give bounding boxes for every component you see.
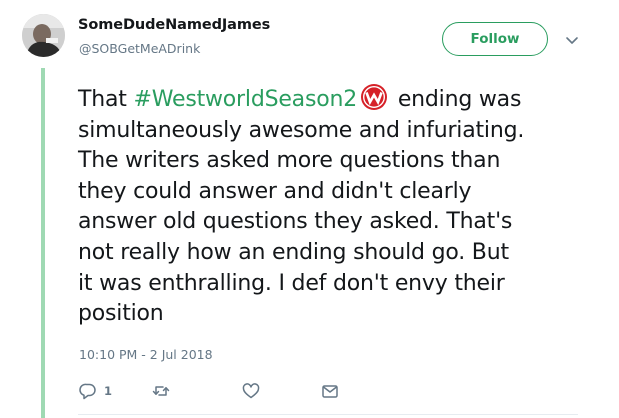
reply-count: 1 bbox=[104, 384, 113, 398]
tweet-text-segment: That bbox=[78, 87, 134, 112]
tweet-line: position bbox=[78, 301, 164, 327]
tweet-text: That #WestworldSeason2 ending was simult… bbox=[78, 83, 598, 330]
tweet-actions: 1 bbox=[78, 380, 378, 402]
user-handle[interactable]: @SOBGetMeADrink bbox=[79, 41, 200, 56]
thread-line bbox=[41, 68, 45, 418]
like-button[interactable] bbox=[241, 380, 261, 402]
tweet-timestamp[interactable]: 10:10 PM - 2 Jul 2018 bbox=[79, 347, 213, 362]
tweet-line: they could answer and didn't clearly bbox=[78, 178, 472, 204]
retweet-button[interactable] bbox=[151, 380, 171, 402]
tweet-line: The writers asked more questions than bbox=[78, 148, 501, 174]
divider bbox=[78, 414, 578, 415]
tweet-line: That #WestworldSeason2 ending was bbox=[78, 83, 598, 116]
heart-icon bbox=[242, 383, 260, 399]
dm-button[interactable] bbox=[320, 380, 340, 402]
avatar-photo bbox=[22, 14, 65, 57]
tweet-line: simultaneously awesome and infuriating. bbox=[78, 117, 525, 143]
follow-button[interactable]: Follow bbox=[442, 22, 548, 56]
westworld-logo-icon bbox=[360, 83, 388, 111]
display-name[interactable]: SomeDudeNamedJames bbox=[78, 17, 270, 33]
hashtag-link[interactable]: #WestworldSeason2 bbox=[133, 87, 357, 112]
retweet-icon bbox=[152, 386, 170, 396]
tweet-line: not really how an ending should go. But bbox=[78, 239, 509, 265]
envelope-icon bbox=[322, 385, 338, 398]
chevron-down-icon[interactable] bbox=[562, 30, 582, 50]
reply-button[interactable]: 1 bbox=[78, 380, 112, 402]
tweet-line: answer old questions they asked. That's bbox=[78, 209, 513, 235]
tweet-text-segment: ending was bbox=[391, 87, 522, 112]
tweet-line: it was enthralling. I def don't envy the… bbox=[78, 270, 505, 296]
avatar[interactable] bbox=[22, 14, 65, 57]
reply-icon bbox=[79, 383, 96, 400]
